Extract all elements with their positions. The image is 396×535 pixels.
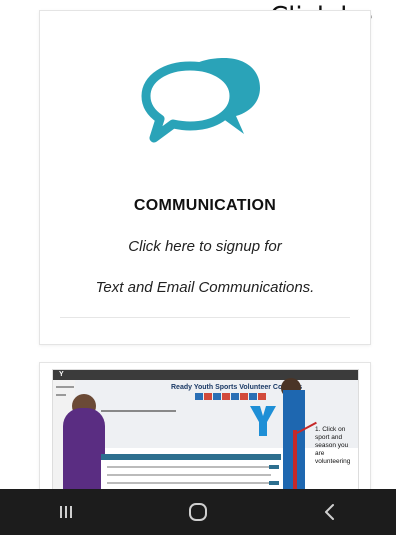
card-divider <box>60 317 350 318</box>
back-icon <box>325 504 334 520</box>
preview-table-header <box>101 454 281 460</box>
preview-table-row <box>107 474 271 476</box>
card-text-line1[interactable]: Click here to signup for <box>40 238 370 255</box>
preview-table-row <box>107 482 271 484</box>
home-button[interactable] <box>178 497 218 527</box>
recent-apps-icon <box>60 506 72 518</box>
back-button[interactable] <box>310 497 350 527</box>
preview-table-button <box>269 465 279 469</box>
preview-annotation: 1. Click on sport and season you are vol… <box>315 426 351 465</box>
screenshot-preview-image: Y Ready Youth Sports Volunteer Coaches 1… <box>52 369 359 503</box>
preview-social-icons <box>195 393 266 400</box>
communication-card[interactable]: COMMUNICATION Click here to signup for T… <box>39 10 371 345</box>
home-icon <box>189 503 207 521</box>
card-title: COMMUNICATION <box>133 197 277 214</box>
preview-sidebar-line <box>56 386 74 388</box>
ymca-logo-icon <box>250 406 276 436</box>
preview-table-button <box>269 481 279 485</box>
android-navigation-bar <box>0 489 396 535</box>
preview-sidebar-line <box>56 394 66 396</box>
preview-paragraph <box>101 410 176 412</box>
preview-table-row <box>107 466 271 468</box>
preview-topbar: Y <box>53 370 358 380</box>
card-text-line2[interactable]: Text and Email Communications. <box>40 279 370 296</box>
recent-apps-button[interactable] <box>46 497 86 527</box>
chat-bubbles-icon <box>141 58 260 143</box>
preview-card[interactable]: Y Ready Youth Sports Volunteer Coaches 1… <box>39 362 371 504</box>
preview-logo: Y <box>59 371 64 378</box>
